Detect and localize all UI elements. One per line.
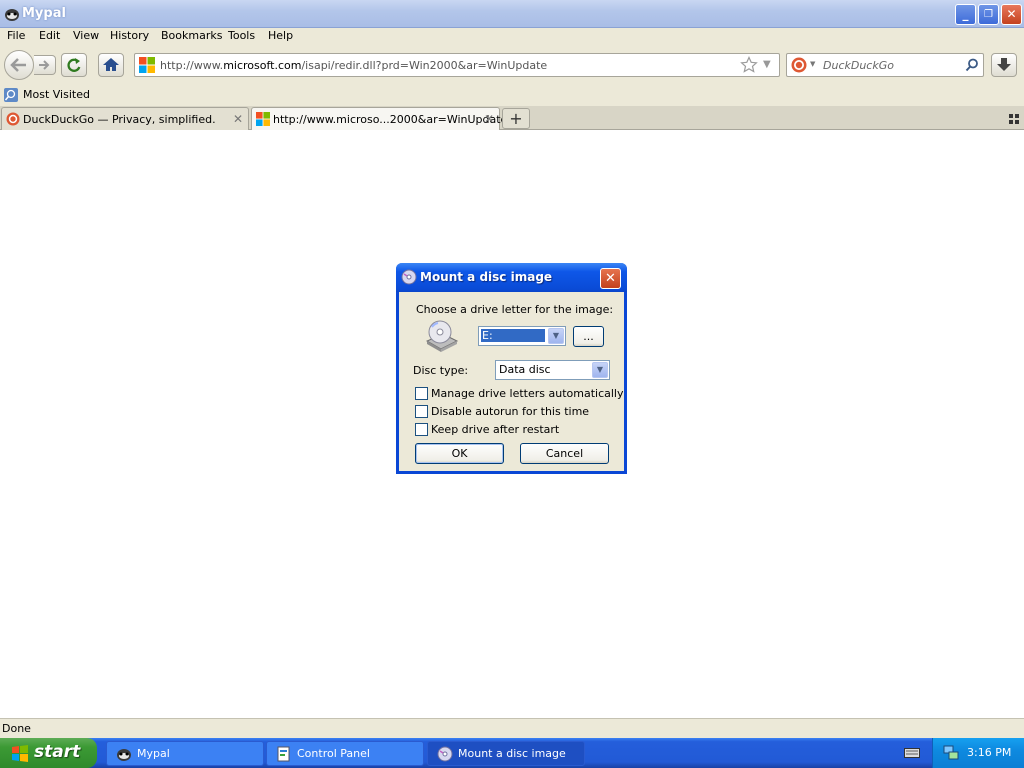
disc-drive-icon (425, 320, 459, 352)
tab-list-icon[interactable] (1009, 114, 1019, 124)
search-bar[interactable]: ▼ DuckDuckGo (786, 53, 984, 77)
menu-edit[interactable]: Edit (39, 29, 60, 42)
mount-disc-dialog: Mount a disc image ✕ Choose a drive lett… (396, 263, 627, 474)
window-title: Mypal (22, 6, 66, 21)
minimize-button[interactable]: _ (955, 4, 976, 25)
control-panel-icon (277, 746, 290, 762)
tab-strip: DuckDuckGo — Privacy, simplified. ✕ http… (0, 106, 1024, 131)
browse-button[interactable]: ... (573, 326, 604, 347)
bookmarks-toolbar: Most Visited (0, 84, 1024, 106)
drive-letter-label: Choose a drive letter for the image: (416, 303, 614, 316)
taskbar-item-label: Mount a disc image (458, 747, 566, 760)
bookmark-most-visited[interactable]: Most Visited (23, 88, 90, 101)
tab-close-icon[interactable]: ✕ (484, 112, 494, 126)
downloads-button[interactable] (991, 53, 1017, 77)
chevron-down-icon[interactable]: ▼ (592, 362, 608, 378)
forward-arrow-icon (39, 60, 50, 70)
duckduckgo-favicon (6, 112, 20, 126)
network-icon[interactable] (943, 745, 959, 761)
microsoft-favicon (139, 57, 155, 73)
start-label: start (34, 742, 81, 762)
manage-drive-letters-label[interactable]: Manage drive letters automatically (431, 387, 623, 400)
menu-file[interactable]: File (7, 29, 25, 42)
tab-label: DuckDuckGo — Privacy, simplified. (23, 113, 216, 126)
home-icon (103, 58, 119, 71)
url-bar[interactable]: http://www.microsoft.com/isapi/redir.dll… (134, 53, 780, 77)
home-button[interactable] (98, 53, 124, 77)
taskbar-item-mypal[interactable]: Mypal (106, 741, 264, 766)
disc-icon (401, 269, 417, 285)
back-arrow-icon (10, 58, 26, 72)
menu-bookmarks[interactable]: Bookmarks (161, 29, 222, 42)
reload-button[interactable] (61, 53, 87, 77)
start-button[interactable]: start (0, 738, 97, 768)
disable-autorun-label[interactable]: Disable autorun for this time (431, 405, 589, 418)
ok-button[interactable]: OK (415, 443, 504, 464)
tab-label: http://www.microso...2000&ar=WinUpdate (273, 113, 508, 126)
windows-logo-icon (12, 745, 28, 762)
dialog-close-button[interactable]: ✕ (600, 268, 621, 289)
disable-autorun-checkbox[interactable] (415, 405, 428, 418)
menu-view[interactable]: View (73, 29, 99, 42)
taskbar-item-label: Control Panel (297, 747, 370, 760)
url-text: http://www.microsoft.com/isapi/redir.dll… (160, 59, 548, 72)
status-bar: Done (0, 718, 1024, 738)
keep-drive-checkbox[interactable] (415, 423, 428, 436)
back-button[interactable] (4, 50, 34, 80)
dialog-titlebar[interactable]: Mount a disc image ✕ (396, 263, 627, 292)
chevron-down-icon[interactable]: ▼ (548, 328, 564, 344)
tab-close-icon[interactable]: ✕ (233, 112, 243, 126)
menu-history[interactable]: History (110, 29, 149, 42)
forward-button[interactable] (34, 55, 56, 75)
taskbar-item-label: Mypal (137, 747, 170, 760)
search-placeholder: DuckDuckGo (823, 59, 894, 72)
mypal-icon (117, 749, 131, 761)
search-engine-dropdown-icon[interactable]: ▼ (810, 60, 815, 68)
new-tab-button[interactable]: + (502, 108, 530, 129)
keep-drive-label[interactable]: Keep drive after restart (431, 423, 559, 436)
download-icon (997, 58, 1011, 71)
window-titlebar[interactable]: Mypal _ ❐ ✕ (0, 0, 1024, 28)
search-icon[interactable] (965, 58, 979, 72)
duckduckgo-icon[interactable] (791, 57, 807, 73)
drive-letter-value: E: (481, 329, 545, 342)
menu-help[interactable]: Help (268, 29, 293, 42)
disc-type-select[interactable]: Data disc ▼ (495, 360, 610, 380)
drive-letter-select[interactable]: E: ▼ (478, 326, 566, 346)
status-text: Done (2, 722, 31, 735)
taskbar-item-control-panel[interactable]: Control Panel (266, 741, 424, 766)
cancel-button[interactable]: Cancel (520, 443, 609, 464)
taskbar-item-mount-disc[interactable]: Mount a disc image (427, 741, 585, 766)
most-visited-icon (4, 88, 18, 102)
taskbar: start Mypal Control Panel Mount a disc i… (0, 738, 1024, 768)
disc-type-label: Disc type: (413, 364, 469, 377)
navigation-toolbar: http://www.microsoft.com/isapi/redir.dll… (0, 46, 1024, 84)
disc-icon (437, 746, 453, 762)
tab-microsoft[interactable]: http://www.microso...2000&ar=WinUpdate ✕ (251, 107, 507, 131)
system-tray: 3:16 PM (932, 738, 1024, 768)
url-dropdown-icon[interactable]: ▼ (763, 59, 771, 70)
reload-icon (67, 58, 81, 72)
microsoft-favicon (256, 112, 270, 126)
restore-button[interactable]: ❐ (978, 4, 999, 25)
close-button[interactable]: ✕ (1001, 4, 1022, 25)
menu-tools[interactable]: Tools (228, 29, 255, 42)
tab-duckduckgo[interactable]: DuckDuckGo — Privacy, simplified. ✕ (1, 107, 249, 130)
clock: 3:16 PM (967, 746, 1012, 759)
manage-drive-letters-checkbox[interactable] (415, 387, 428, 400)
menu-bar: File Edit View History Bookmarks Tools H… (0, 28, 1024, 46)
mypal-icon (5, 9, 19, 21)
keyboard-icon[interactable] (904, 746, 920, 760)
disc-type-value: Data disc (499, 363, 551, 376)
dialog-title: Mount a disc image (420, 270, 553, 284)
bookmark-star-icon[interactable] (740, 56, 758, 74)
